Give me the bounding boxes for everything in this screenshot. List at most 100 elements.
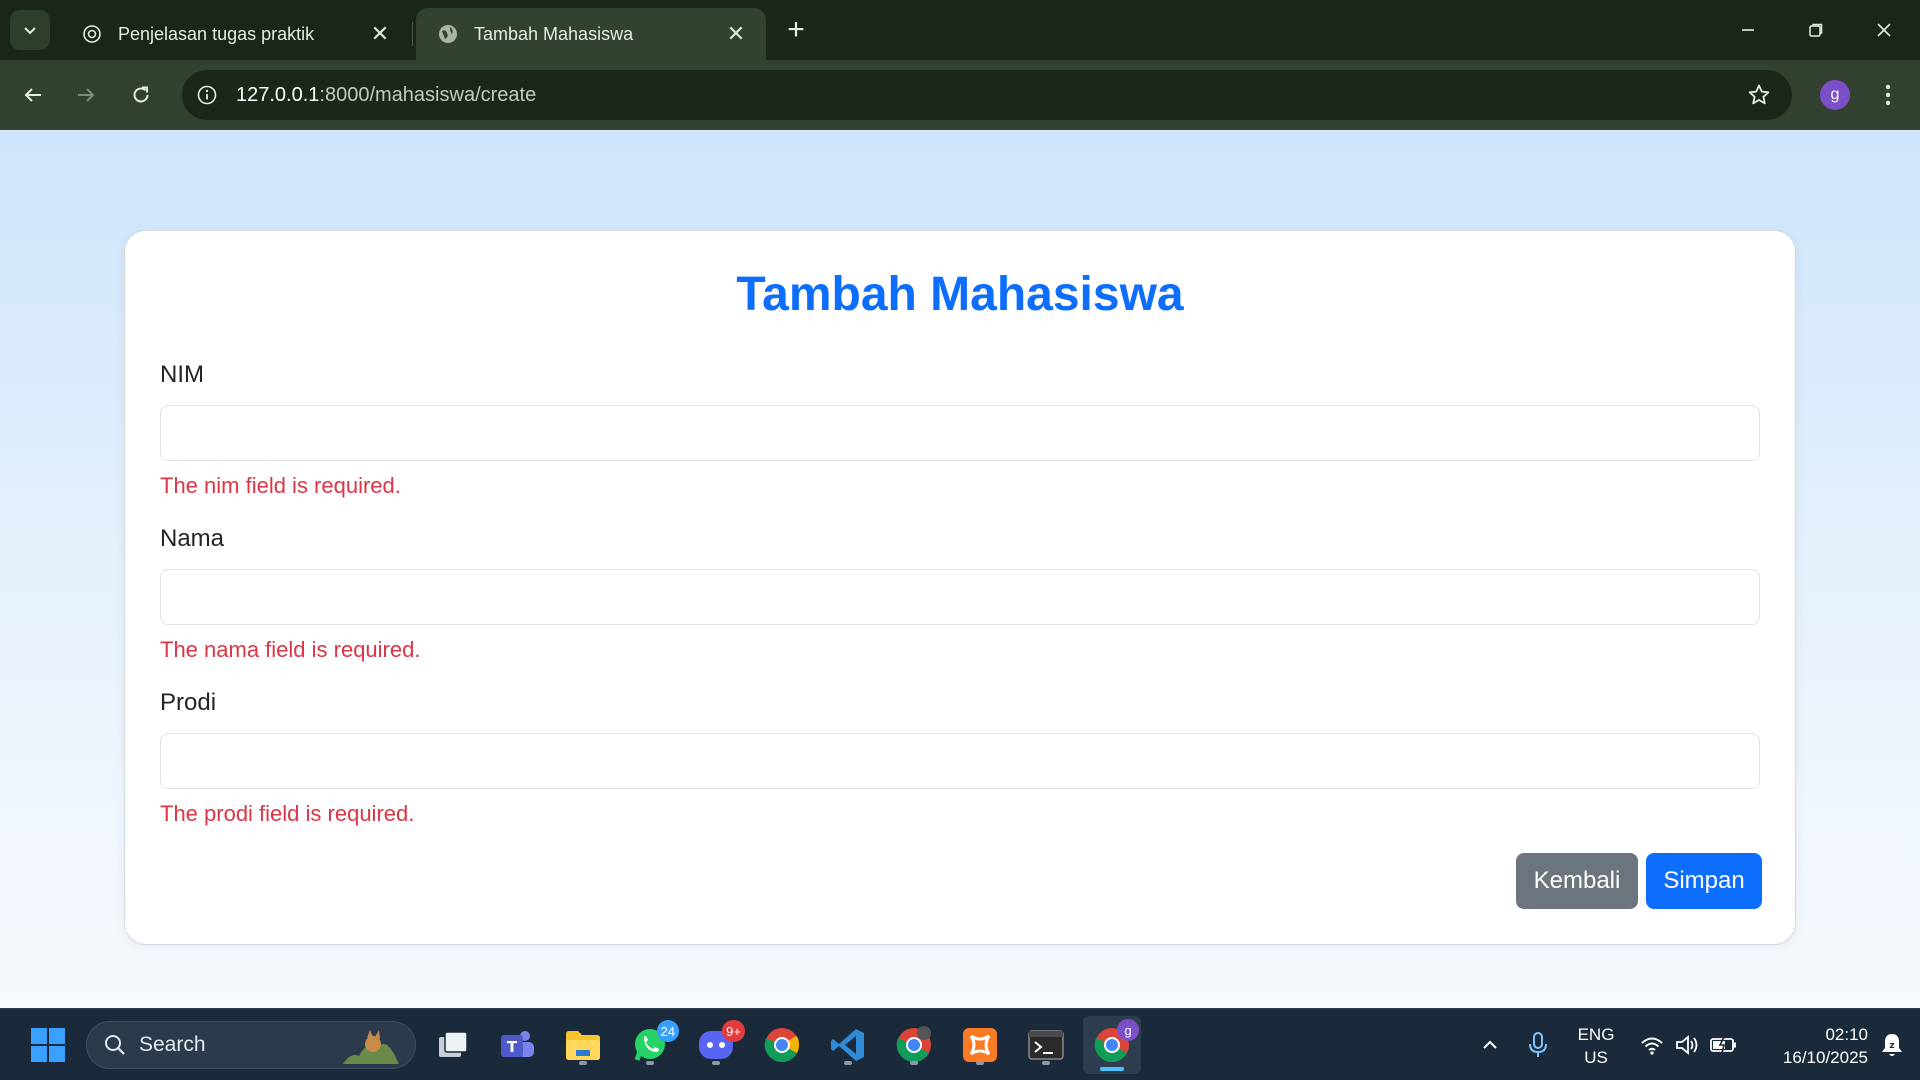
svg-text:z: z bbox=[1889, 1041, 1894, 1051]
forward-button[interactable] bbox=[68, 77, 104, 113]
restore-icon bbox=[1809, 23, 1823, 37]
terminal-button[interactable] bbox=[1023, 1022, 1069, 1068]
close-tab-icon[interactable]: ✕ bbox=[724, 21, 748, 46]
profile-avatar[interactable]: g bbox=[1820, 80, 1850, 110]
chrome-profile-button[interactable] bbox=[891, 1022, 937, 1068]
running-indicator bbox=[1042, 1061, 1050, 1065]
nama-input[interactable] bbox=[160, 569, 1760, 625]
taskbar-search[interactable]: Search bbox=[86, 1021, 416, 1069]
tab-title: Tambah Mahasiswa bbox=[474, 23, 634, 44]
search-highlight-icon bbox=[343, 1030, 399, 1064]
chrome-icon bbox=[764, 1028, 799, 1062]
nim-error: The nim field is required. bbox=[160, 473, 401, 498]
search-placeholder: Search bbox=[139, 1033, 206, 1056]
page-title: Tambah Mahasiswa bbox=[736, 268, 1184, 321]
whatsapp-badge: 24 bbox=[656, 1020, 679, 1042]
globe-icon bbox=[436, 22, 460, 46]
active-indicator bbox=[1100, 1067, 1124, 1071]
discord-button[interactable]: 9+ bbox=[693, 1020, 745, 1068]
running-indicator bbox=[910, 1061, 918, 1065]
restore-button[interactable] bbox=[1782, 0, 1850, 60]
close-window-button[interactable] bbox=[1850, 0, 1918, 60]
notifications-button[interactable]: z bbox=[1872, 1022, 1912, 1068]
file-explorer-button[interactable] bbox=[560, 1022, 606, 1068]
teams-icon: T bbox=[501, 1031, 534, 1057]
prodi-input[interactable] bbox=[160, 733, 1760, 789]
form-card: Tambah Mahasiswa NIM The nim field is re… bbox=[124, 230, 1796, 945]
chrome-button[interactable] bbox=[759, 1022, 805, 1068]
arrow-left-icon bbox=[24, 88, 41, 102]
terminal-icon bbox=[1028, 1030, 1064, 1060]
volume-button[interactable] bbox=[1668, 1022, 1708, 1068]
network-button[interactable] bbox=[1632, 1022, 1672, 1068]
tab-divider bbox=[412, 22, 413, 46]
url-path: :8000/mahasiswa/create bbox=[319, 83, 537, 106]
profile-badge: g bbox=[1117, 1019, 1139, 1041]
reload-button[interactable] bbox=[123, 77, 159, 113]
page-viewport: Tambah Mahasiswa NIM The nim field is re… bbox=[0, 130, 1920, 1008]
task-view-button[interactable] bbox=[430, 1022, 476, 1068]
prodi-label: Prodi bbox=[160, 689, 217, 716]
prodi-error: The prodi field is required. bbox=[160, 801, 415, 826]
vscode-button[interactable] bbox=[825, 1022, 871, 1068]
nim-field-group: NIM The nim field is required. bbox=[160, 361, 1760, 499]
battery-charging-icon bbox=[1710, 1036, 1736, 1054]
windows-icon bbox=[31, 1028, 65, 1062]
keyboard-layout: US bbox=[1584, 1048, 1608, 1067]
arrow-right-icon bbox=[78, 88, 95, 102]
vscode-icon bbox=[831, 1029, 864, 1061]
more-vertical-icon bbox=[1885, 84, 1891, 106]
new-tab-button[interactable]: + bbox=[780, 13, 812, 46]
battery-button[interactable] bbox=[1704, 1022, 1744, 1068]
chrome-active-button[interactable]: g bbox=[1083, 1016, 1141, 1074]
site-info-icon[interactable] bbox=[192, 80, 222, 110]
running-indicator bbox=[646, 1061, 654, 1065]
tab-penjelasan[interactable]: Penjelasan tugas praktik ✕ bbox=[60, 8, 410, 60]
teams-button[interactable]: T bbox=[494, 1022, 540, 1068]
folder-icon bbox=[566, 1031, 600, 1060]
nim-input[interactable] bbox=[160, 405, 1760, 461]
close-tab-icon[interactable]: ✕ bbox=[368, 21, 392, 46]
browser-tab-strip: Penjelasan tugas praktik ✕ Tambah Mahasi… bbox=[0, 0, 1920, 60]
clock-time: 02:10 bbox=[1825, 1025, 1868, 1044]
clock-date: 16/10/2025 bbox=[1782, 1048, 1868, 1067]
browser-toolbar: 127.0.0.1:8000/mahasiswa/create g bbox=[0, 60, 1920, 130]
discord-badge: 9+ bbox=[722, 1020, 745, 1042]
running-indicator bbox=[579, 1061, 587, 1065]
nama-field-group: Nama The nama field is required. bbox=[160, 525, 1760, 663]
url-text: 127.0.0.1:8000/mahasiswa/create bbox=[236, 84, 536, 107]
minimize-button[interactable] bbox=[1714, 0, 1782, 60]
address-bar[interactable]: 127.0.0.1:8000/mahasiswa/create bbox=[182, 70, 1792, 120]
start-button[interactable] bbox=[25, 1022, 71, 1068]
minimize-icon bbox=[1742, 29, 1754, 31]
language-indicator[interactable]: ENG US bbox=[1570, 1023, 1622, 1069]
running-indicator bbox=[712, 1061, 720, 1065]
tab-search-button[interactable] bbox=[10, 10, 50, 50]
show-hidden-icons-button[interactable] bbox=[1468, 1022, 1512, 1068]
language-code: ENG bbox=[1577, 1025, 1615, 1044]
running-indicator bbox=[976, 1061, 984, 1065]
wifi-icon bbox=[1641, 1037, 1663, 1055]
running-indicator bbox=[844, 1061, 852, 1065]
xampp-button[interactable] bbox=[957, 1022, 1003, 1068]
clock[interactable]: 02:10 16/10/2025 bbox=[1750, 1023, 1868, 1069]
openai-icon bbox=[80, 22, 104, 46]
back-button[interactable] bbox=[15, 77, 51, 113]
bookmark-star-icon[interactable] bbox=[1746, 82, 1772, 108]
browser-menu-button[interactable] bbox=[1870, 77, 1906, 113]
kembali-button[interactable]: Kembali bbox=[1516, 853, 1638, 909]
tab-title: Penjelasan tugas praktik bbox=[118, 23, 315, 44]
whatsapp-button[interactable]: 24 bbox=[627, 1020, 679, 1068]
taskbar: Search T 24 9+ g ENG US 02:10 16/10/2025… bbox=[0, 1008, 1920, 1080]
chevron-up-icon bbox=[1483, 1040, 1497, 1049]
simpan-button[interactable]: Simpan bbox=[1646, 853, 1762, 909]
nama-error: The nama field is required. bbox=[160, 637, 421, 662]
reload-icon bbox=[133, 86, 149, 103]
svg-text:T: T bbox=[507, 1038, 518, 1056]
search-icon bbox=[105, 1035, 125, 1055]
tab-tambah-mahasiswa[interactable]: Tambah Mahasiswa ✕ bbox=[416, 8, 766, 60]
chevron-down-icon bbox=[24, 27, 36, 35]
volume-icon bbox=[1676, 1035, 1698, 1055]
microphone-button[interactable] bbox=[1516, 1022, 1560, 1068]
microphone-icon bbox=[1529, 1032, 1547, 1057]
